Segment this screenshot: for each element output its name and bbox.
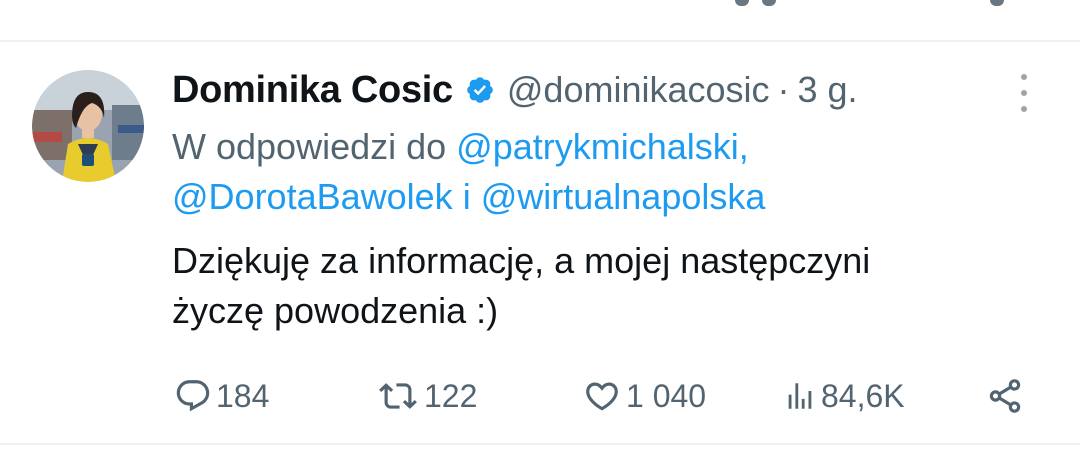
avatar[interactable] (32, 70, 144, 182)
tweet-text-line-1: Dziękuję za informację, a mojej następcz… (172, 240, 871, 281)
heart-icon (586, 382, 618, 411)
more-vertical-icon[interactable] (1012, 74, 1036, 112)
retweet-icon (379, 383, 417, 409)
retweet-button[interactable]: 122 (376, 376, 477, 416)
share-icon (989, 379, 1021, 413)
previous-tweet-actions-remnant (0, 0, 1080, 12)
avatar-photo (32, 70, 144, 182)
reply-count: 184 (216, 377, 270, 414)
views-icon (788, 383, 812, 409)
divider-top (0, 40, 1080, 42)
reply-icon (176, 380, 210, 412)
tweet-header: Dominika Cosic @dominikacosic · 3 g. (172, 64, 1032, 116)
verified-badge-icon[interactable] (465, 75, 495, 105)
like-count: 1 040 (626, 377, 707, 414)
tweet-content: Dominika Cosic @dominikacosic · 3 g. W o… (172, 64, 1032, 336)
tweet-text: Dziękuję za informację, a mojej następcz… (172, 236, 1032, 336)
tweet-page: Dominika Cosic @dominikacosic · 3 g. W o… (0, 0, 1080, 457)
mention-link-dorotabawolek[interactable]: @DorotaBawolek (172, 176, 453, 217)
tweet-text-line-2: życzę powodzenia :) (172, 290, 499, 331)
replying-to: W odpowiedzi do @patrykmichalski, @Dorot… (172, 122, 1032, 222)
replying-conjunction: i (462, 176, 471, 217)
mention-link-wirtualnapolska[interactable]: @wirtualnapolska (481, 176, 766, 217)
timestamp[interactable]: 3 g. (798, 69, 858, 111)
tweet-actions-bar: 184 122 1 040 84,6K (0, 370, 1080, 422)
share-button[interactable] (986, 376, 1024, 416)
mention-link-patrykmichalski[interactable]: @patrykmichalski, (456, 126, 749, 167)
retweet-count: 122 (424, 377, 478, 414)
views-button[interactable]: 84,6K (783, 376, 905, 416)
handle[interactable]: @dominikacosic (507, 69, 770, 111)
divider-bottom (0, 443, 1080, 445)
like-button[interactable]: 1 040 (582, 376, 706, 416)
separator-dot: · (777, 69, 790, 110)
reply-button[interactable]: 184 (174, 376, 269, 416)
replying-prefix: W odpowiedzi do (172, 126, 447, 167)
views-count: 84,6K (821, 377, 905, 414)
display-name[interactable]: Dominika Cosic (172, 69, 453, 112)
